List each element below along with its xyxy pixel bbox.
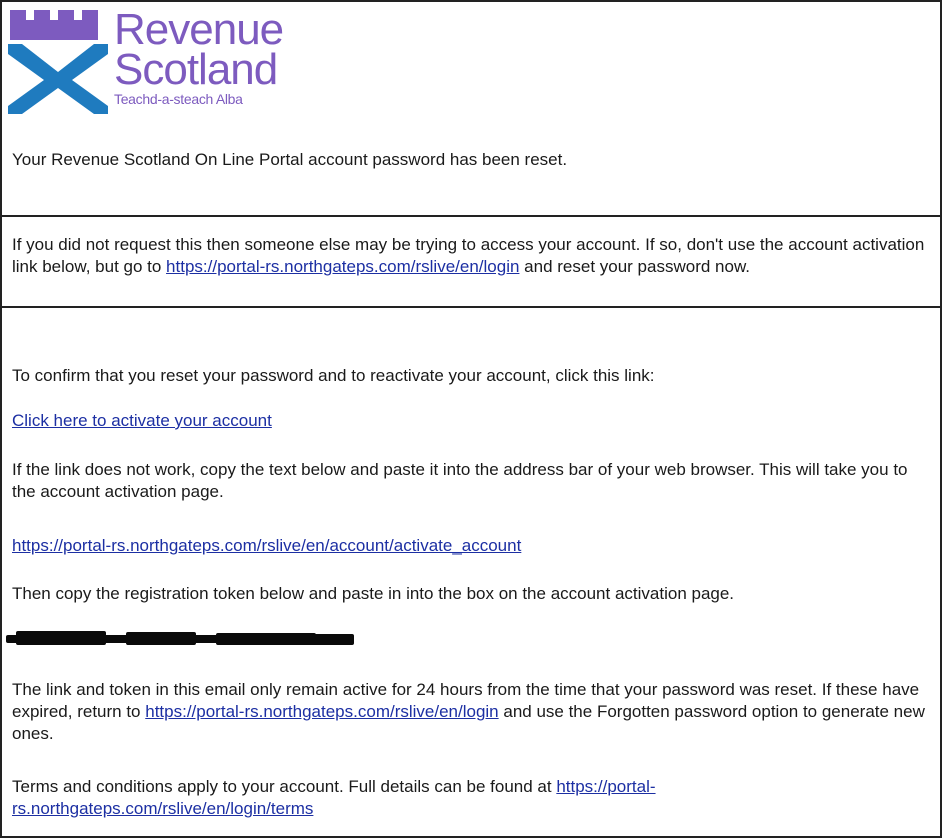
terms-paragraph: Terms and conditions apply to your accou… bbox=[12, 776, 930, 820]
reset-intro-text: Your Revenue Scotland On Line Portal acc… bbox=[12, 150, 568, 169]
logo-wordmark: Revenue Scotland Teachd-a-steach Alba bbox=[114, 5, 284, 107]
fallback-text: If the link does not work, copy the text… bbox=[12, 460, 908, 501]
revenue-scotland-logo: Revenue Scotland Teachd-a-steach Alba bbox=[8, 5, 308, 116]
activate-paragraph: Click here to activate your account bbox=[12, 410, 930, 432]
expiry-login-link[interactable]: https://portal-rs.northgateps.com/rslive… bbox=[145, 702, 498, 721]
activate-account-link[interactable]: Click here to activate your account bbox=[12, 411, 272, 430]
activation-url-link[interactable]: https://portal-rs.northgateps.com/rslive… bbox=[12, 536, 521, 555]
warning-text-after: and reset your password now. bbox=[519, 257, 751, 276]
confirm-text: To confirm that you reset your password … bbox=[12, 366, 655, 385]
activation-url-paragraph: https://portal-rs.northgateps.com/rslive… bbox=[12, 535, 930, 557]
logo-tagline: Teachd-a-steach Alba bbox=[114, 91, 243, 107]
expiry-paragraph: The link and token in this email only re… bbox=[12, 679, 930, 745]
warning-paragraph: If you did not request this then someone… bbox=[12, 234, 930, 278]
token-instructions: Then copy the registration token below a… bbox=[12, 584, 735, 603]
saltire-tower-emblem bbox=[8, 10, 108, 114]
logo-line-scotland: Scotland bbox=[114, 45, 278, 94]
logo-line-revenue: Revenue bbox=[114, 5, 284, 54]
login-link[interactable]: https://portal-rs.northgateps.com/rslive… bbox=[166, 257, 519, 276]
divider-top bbox=[0, 215, 942, 217]
divider-bottom bbox=[0, 306, 942, 308]
redacted-token bbox=[6, 631, 354, 647]
terms-text-before: Terms and conditions apply to your accou… bbox=[12, 777, 557, 796]
